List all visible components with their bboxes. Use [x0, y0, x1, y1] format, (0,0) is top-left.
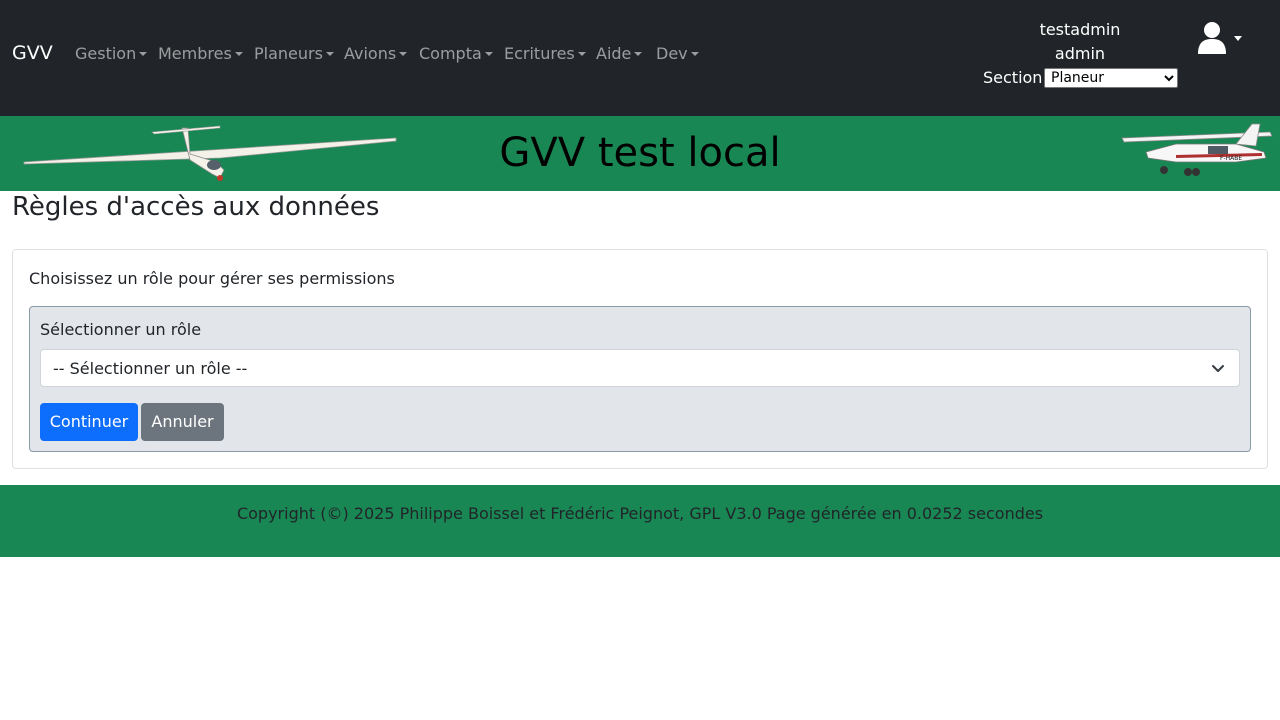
- role-select-label: Sélectionner un rôle: [40, 320, 202, 339]
- username: testadmin: [1039, 20, 1121, 39]
- menu-ecritures-label: Ecritures: [504, 44, 575, 63]
- footer-copyright: Copyright (©) 2025 Philippe Boissel et F…: [236, 504, 1044, 523]
- caret-down-icon: [577, 52, 586, 56]
- user-caret-icon[interactable]: [1234, 36, 1242, 41]
- menu-dev[interactable]: Dev: [656, 44, 699, 63]
- menu-compta[interactable]: Compta: [419, 44, 493, 63]
- menu-avions[interactable]: Avions: [344, 44, 408, 63]
- user-role: admin: [1054, 44, 1106, 63]
- caret-down-icon: [139, 52, 148, 56]
- banner-title: GVV test local: [499, 130, 781, 176]
- page-title: Règles d'accès aux données: [12, 192, 380, 222]
- caret-down-icon: [325, 52, 334, 56]
- brand-link[interactable]: GVV: [12, 42, 53, 64]
- menu-gestion[interactable]: Gestion: [75, 44, 148, 63]
- caret-down-icon: [690, 52, 699, 56]
- caret-down-icon: [234, 52, 243, 56]
- menu-membres[interactable]: Membres: [158, 44, 243, 63]
- continue-button[interactable]: Continuer: [40, 403, 138, 441]
- role-select-value: -- Sélectionner un rôle --: [53, 359, 248, 378]
- menu-membres-label: Membres: [158, 44, 232, 63]
- menu-planeurs-label: Planeurs: [254, 44, 323, 63]
- menu-ecritures[interactable]: Ecritures: [504, 44, 586, 63]
- top-navbar: GVV Gestion Membres Planeurs Avions Comp…: [0, 0, 1280, 116]
- page-footer: Copyright (©) 2025 Philippe Boissel et F…: [0, 485, 1280, 557]
- menu-compta-label: Compta: [419, 44, 482, 63]
- site-banner: GVV test local F-HABE: [0, 116, 1280, 191]
- menu-planeurs[interactable]: Planeurs: [254, 44, 334, 63]
- role-select[interactable]: -- Sélectionner un rôle --: [40, 349, 1240, 387]
- airplane-image: F-HABE: [1121, 123, 1273, 176]
- menu-aide[interactable]: Aide: [596, 44, 643, 63]
- menu-gestion-label: Gestion: [75, 44, 137, 63]
- section-select[interactable]: Planeur: [1044, 68, 1178, 88]
- section-label: Section:: [983, 68, 1048, 87]
- instruction-text: Choisissez un rôle pour gérer ses permis…: [29, 269, 395, 288]
- cancel-button[interactable]: Annuler: [141, 403, 224, 441]
- registration-text: F-HABE: [1220, 155, 1242, 162]
- chevron-down-icon: [1212, 365, 1224, 372]
- caret-down-icon: [399, 52, 408, 56]
- role-card: Choisissez un rôle pour gérer ses permis…: [12, 249, 1268, 469]
- user-icon[interactable]: [1196, 20, 1228, 56]
- menu-aide-label: Aide: [596, 44, 632, 63]
- role-form: Sélectionner un rôle -- Sélectionner un …: [29, 306, 1251, 452]
- caret-down-icon: [484, 52, 493, 56]
- menu-avions-label: Avions: [344, 44, 397, 63]
- caret-down-icon: [634, 52, 643, 56]
- menu-dev-label: Dev: [656, 44, 688, 63]
